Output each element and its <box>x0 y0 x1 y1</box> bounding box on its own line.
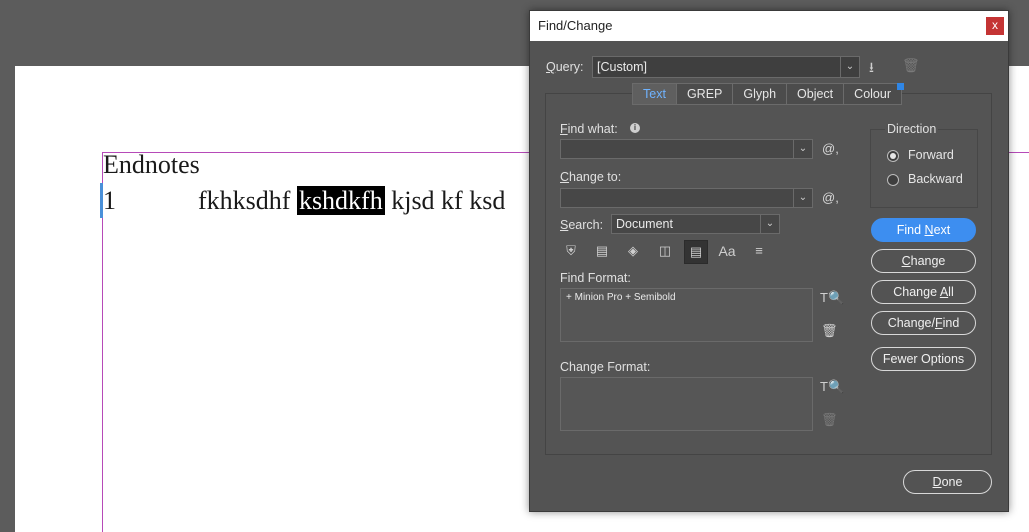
find-format-label: Find Format: <box>560 271 631 285</box>
format-search-icon[interactable]: T🔍 <box>820 290 844 306</box>
save-icon[interactable]: ⭳ <box>869 57 874 81</box>
locked-layers-icon[interactable]: ⛨ <box>560 240 582 262</box>
dialog-titlebar[interactable]: Find/Change x <box>530 11 1008 41</box>
find-what-label: Find what: <box>560 122 618 136</box>
chevron-down-icon[interactable]: ⌄ <box>793 189 812 207</box>
chevron-down-icon: ⌄ <box>840 57 859 77</box>
query-label: Query: <box>546 60 584 74</box>
at-sign-icon[interactable]: @, <box>822 141 839 156</box>
endnote-number[interactable]: 1 <box>103 184 116 218</box>
trash-icon[interactable]: 🗑 <box>821 323 838 339</box>
trash-icon[interactable]: 🗑 <box>821 412 838 428</box>
done-button[interactable]: Done <box>903 470 992 494</box>
change-button[interactable]: Change <box>871 249 976 273</box>
footnotes-icon[interactable]: ▤ <box>684 240 708 264</box>
change-to-label: Change to: <box>560 170 622 184</box>
selected-text[interactable]: kshdkfh <box>296 186 385 215</box>
whole-word-icon[interactable]: ≡ <box>748 240 770 262</box>
endnote-text[interactable]: fkhksdhf kshdkfh kjsd kf ksd <box>198 184 505 218</box>
radio-forward[interactable] <box>887 150 899 162</box>
backward-label[interactable]: Backward <box>908 172 963 186</box>
find-next-button[interactable]: Find Next <box>871 218 976 242</box>
find-change-dialog: Find/Change x Query: [Custom] ⌄ ⭳ 🗑 Text… <box>529 10 1009 512</box>
fewer-options-button[interactable]: Fewer Options <box>871 347 976 371</box>
info-icon[interactable]: i <box>630 123 640 133</box>
tab-text[interactable]: Text <box>633 84 677 104</box>
case-sensitive-icon[interactable]: Aa <box>716 240 738 262</box>
direction-legend: Direction <box>885 122 939 136</box>
search-type-tabs: Text GREP Glyph Object Colour <box>632 83 902 105</box>
change-format-box[interactable] <box>560 377 813 431</box>
close-button[interactable]: x <box>986 17 1004 35</box>
hidden-layers-icon[interactable]: ◈ <box>622 240 644 262</box>
endnotes-heading[interactable]: Endnotes <box>103 149 200 181</box>
change-format-label: Change Format: <box>560 360 651 374</box>
tab-grep[interactable]: GREP <box>676 84 734 104</box>
tab-glyph[interactable]: Glyph <box>733 84 788 104</box>
tab-colour[interactable]: Colour <box>844 84 901 104</box>
query-value: [Custom] <box>597 60 648 74</box>
change-find-button[interactable]: Change/Find <box>871 311 976 335</box>
chevron-down-icon[interactable]: ⌄ <box>793 140 812 158</box>
query-dropdown[interactable]: [Custom] ⌄ <box>592 56 860 78</box>
tab-object[interactable]: Object <box>787 84 845 104</box>
find-format-value: + Minion Pro + Semibold <box>566 292 676 303</box>
text-before[interactable]: fkhksdhf <box>198 186 297 215</box>
text-cursor <box>100 183 103 218</box>
radio-backward[interactable] <box>887 174 899 186</box>
chevron-down-icon: ⌄ <box>760 215 779 233</box>
dialog-title: Find/Change <box>538 18 613 33</box>
trash-icon[interactable]: 🗑 <box>902 57 920 74</box>
search-scope-dropdown[interactable]: Document ⌄ <box>611 214 780 234</box>
text-after[interactable]: kjsd kf ksd <box>385 186 505 215</box>
find-what-field[interactable]: ⌄ <box>560 139 813 159</box>
direction-group: Direction Forward Backward <box>870 122 978 208</box>
locked-stories-icon[interactable]: ▤ <box>591 240 613 262</box>
format-search-icon[interactable]: T🔍 <box>820 379 844 395</box>
at-sign-icon[interactable]: @, <box>822 190 839 205</box>
change-all-button[interactable]: Change All <box>871 280 976 304</box>
master-pages-icon[interactable]: ◫ <box>654 240 676 262</box>
search-label: Search: <box>560 218 604 232</box>
tab-indicator-dot <box>897 83 904 90</box>
forward-label[interactable]: Forward <box>908 148 954 162</box>
search-scope-value: Document <box>616 217 673 231</box>
change-to-field[interactable]: ⌄ <box>560 188 813 208</box>
find-format-box[interactable]: + Minion Pro + Semibold <box>560 288 813 342</box>
